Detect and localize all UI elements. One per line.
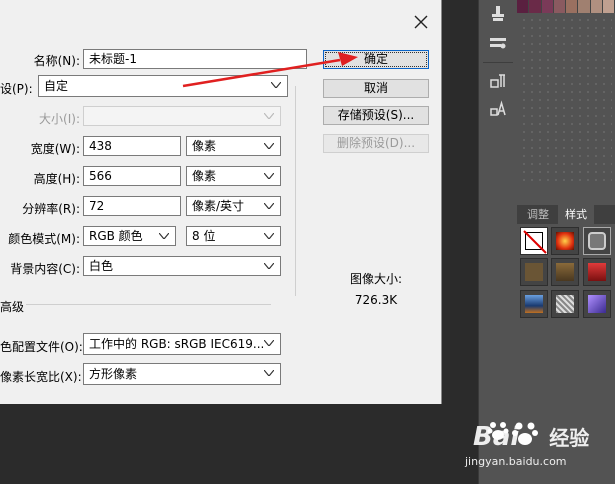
- chevron-down-icon: [264, 203, 274, 209]
- paw-icon: [510, 418, 540, 448]
- advanced-divider: [26, 304, 271, 305]
- chevron-down-icon: [271, 82, 281, 88]
- style-swatch[interactable]: [583, 290, 611, 318]
- watermark-brand-part2: 经验: [549, 426, 590, 450]
- chevron-down-icon: [264, 113, 274, 119]
- image-size-value: 726.3K: [354, 293, 398, 307]
- chevron-down-icon: [264, 340, 274, 346]
- close-icon[interactable]: [408, 9, 434, 35]
- panel-icon-strip: [478, 0, 518, 484]
- resolution-label: 分辨率(R):: [22, 202, 80, 216]
- ok-button[interactable]: 确定: [323, 50, 429, 69]
- brush-preset-icon[interactable]: [488, 33, 508, 53]
- bit-depth-value: 8 位: [192, 229, 216, 243]
- style-swatch[interactable]: [520, 290, 548, 318]
- chevron-down-icon: [264, 370, 274, 376]
- height-label: 高度(H):: [33, 172, 80, 186]
- style-swatch[interactable]: [520, 258, 548, 286]
- focus-ring: [325, 52, 427, 67]
- preset-value: 自定: [44, 79, 69, 93]
- advanced-label: 高级: [0, 300, 25, 314]
- background-value: 白色: [89, 259, 114, 273]
- color-profile-select[interactable]: 工作中的 RGB: sRGB IEC619...: [83, 333, 281, 355]
- style-swatch[interactable]: [551, 258, 579, 286]
- bit-depth-select[interactable]: 8 位: [186, 226, 281, 246]
- paragraph-panel-icon[interactable]: [488, 72, 508, 92]
- resolution-unit-value: 像素/英寸: [192, 199, 245, 213]
- style-swatch-selected[interactable]: [583, 227, 611, 255]
- width-field[interactable]: 438: [83, 136, 181, 156]
- height-field[interactable]: 566: [83, 166, 181, 186]
- preset-label: 设(P):: [0, 82, 33, 96]
- color-mode-value: RGB 颜色: [89, 229, 143, 243]
- pixel-aspect-label: 像素长宽比(X):: [0, 370, 82, 384]
- chevron-down-icon: [264, 143, 274, 149]
- style-swatch[interactable]: [551, 290, 579, 318]
- preset-select[interactable]: 自定: [38, 75, 288, 97]
- background-label: 背景内容(C):: [10, 262, 80, 276]
- swatch[interactable]: [517, 0, 530, 13]
- chevron-down-icon: [264, 263, 274, 269]
- width-unit-select[interactable]: 像素: [186, 136, 281, 156]
- tab-adjustments[interactable]: 调整: [520, 205, 556, 224]
- color-profile-value: 工作中的 RGB: sRGB IEC619...: [89, 337, 265, 351]
- swatch[interactable]: [602, 0, 615, 13]
- pixel-aspect-select[interactable]: 方形像素: [83, 363, 281, 385]
- resolution-unit-select[interactable]: 像素/英寸: [186, 196, 281, 216]
- save-preset-button[interactable]: 存储预设(S)...: [323, 106, 429, 125]
- group-divider: [295, 86, 296, 296]
- size-select: [83, 106, 281, 126]
- style-none[interactable]: [520, 227, 548, 255]
- style-swatch[interactable]: [551, 227, 579, 255]
- width-unit-value: 像素: [192, 139, 217, 153]
- name-field[interactable]: 未标题-1: [83, 49, 307, 69]
- save-preset-button-label: 存储预设(S)...: [337, 108, 415, 122]
- height-unit-value: 像素: [192, 169, 217, 183]
- tab-styles[interactable]: 样式: [558, 205, 594, 224]
- new-document-dialog: 名称(N): 未标题-1 设(P): 自定 大小(I): 宽度(W): 438 …: [0, 0, 442, 404]
- color-mode-select[interactable]: RGB 颜色: [83, 226, 176, 246]
- background-select[interactable]: 白色: [83, 256, 281, 276]
- width-label: 宽度(W):: [30, 142, 80, 156]
- watermark-url: jingyan.baidu.com: [465, 455, 567, 468]
- height-unit-select[interactable]: 像素: [186, 166, 281, 186]
- clone-stamp-icon[interactable]: [488, 4, 508, 24]
- resolution-field[interactable]: 72: [83, 196, 181, 216]
- swatch[interactable]: [590, 0, 603, 13]
- swatch[interactable]: [529, 0, 542, 13]
- size-label: 大小(I):: [39, 112, 80, 126]
- cancel-button[interactable]: 取消: [323, 79, 429, 98]
- panel-texture: [520, 16, 612, 181]
- strip-separator: [483, 62, 513, 63]
- image-size-label: 图像大小:: [349, 272, 403, 286]
- chevron-down-icon: [264, 233, 274, 239]
- color-mode-label: 颜色模式(M):: [8, 232, 80, 246]
- style-swatch[interactable]: [583, 258, 611, 286]
- swatch[interactable]: [578, 0, 591, 13]
- chevron-down-icon: [159, 233, 169, 239]
- delete-preset-button-label: 删除预设(D)...: [336, 136, 416, 150]
- name-label: 名称(N):: [33, 54, 80, 68]
- swatch[interactable]: [541, 0, 554, 13]
- chevron-down-icon: [264, 173, 274, 179]
- swatch[interactable]: [566, 0, 579, 13]
- character-panel-icon[interactable]: [488, 100, 508, 120]
- swatch-strip: [517, 0, 615, 13]
- pixel-aspect-value: 方形像素: [89, 367, 138, 381]
- swatch[interactable]: [553, 0, 566, 13]
- delete-preset-button: 删除预设(D)...: [323, 134, 429, 153]
- cancel-button-label: 取消: [363, 81, 388, 95]
- color-profile-label: 色配置文件(O):: [0, 340, 83, 354]
